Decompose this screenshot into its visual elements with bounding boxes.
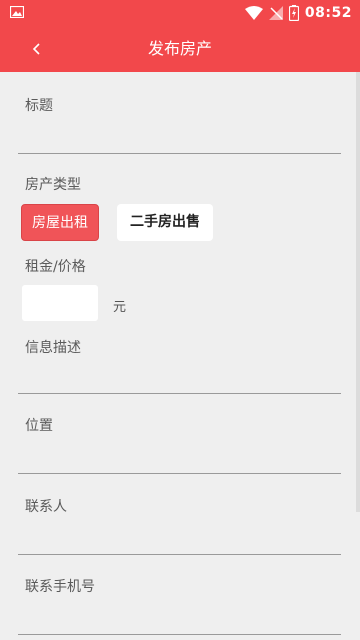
type-label: 房产类型 [25, 177, 81, 193]
app-bar: 发布房产 [0, 26, 360, 72]
status-bar: 08:52 [0, 0, 360, 26]
phone-label: 联系手机号 [25, 579, 95, 595]
image-notification-icon [10, 6, 24, 18]
sale-type-button[interactable]: 二手房出售 [117, 204, 213, 241]
clock: 08:52 [304, 5, 352, 21]
contact-input[interactable] [18, 520, 345, 552]
location-label: 位置 [25, 418, 53, 434]
scrollbar[interactable] [356, 72, 360, 512]
location-underline [18, 473, 341, 474]
title-input[interactable] [18, 120, 345, 152]
price-label: 租金/价格 [25, 259, 86, 275]
description-input[interactable] [18, 360, 345, 392]
price-input[interactable] [22, 285, 98, 321]
battery-charging-icon [288, 5, 299, 21]
title-label: 标题 [25, 98, 53, 114]
contact-underline [18, 554, 341, 555]
description-label: 信息描述 [25, 340, 81, 356]
contact-label: 联系人 [25, 499, 67, 515]
wifi-icon [244, 6, 263, 20]
rent-type-button[interactable]: 房屋出租 [21, 204, 99, 241]
no-signal-icon [268, 6, 283, 20]
title-underline [18, 153, 341, 154]
price-unit: 元 [113, 300, 127, 315]
phone-input[interactable] [18, 600, 345, 632]
description-underline [18, 393, 341, 394]
page-title: 发布房产 [147, 39, 212, 58]
phone-underline [18, 634, 341, 635]
location-input[interactable] [18, 440, 345, 472]
